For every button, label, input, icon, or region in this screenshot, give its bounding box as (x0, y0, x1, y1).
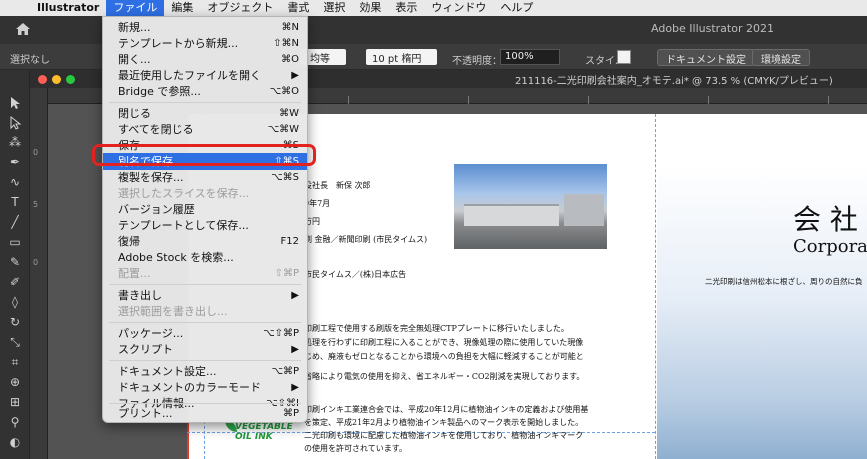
menu-item-place: 配置... ⇧⌘P (118, 267, 299, 280)
menu-item-export[interactable]: 書き出し ▶ (103, 287, 307, 304)
menu-item-new-from-template[interactable]: テンプレートから新規... ⇧⌘N (103, 35, 307, 52)
document-tab-title[interactable]: 211116-二光印刷会社案内_オモテ.ai* @ 73.5 % (CMYK/プ… (515, 72, 833, 87)
body-line: 印刷インキ工業連合会では、平成20年12月に植物油インキの定義および使用基 (304, 405, 589, 414)
body-line: 二光印刷も環境に配慮した植物油インキを使用しており、植物油インキマーク (304, 431, 584, 440)
menu-item-save-selected-slices: 選択したスライスを保存... (118, 187, 250, 200)
shape-builder-tool-icon[interactable]: ⊕ (7, 374, 23, 390)
tools-panel: ⁂ ✒ ∿ T ╱ ▭ ✎ ✐ ◊ ↻ ⤡ ⌗ ⊕ ⊞ ⚲ ◐ (0, 70, 30, 459)
menu-item-close[interactable]: 閉じる ⌘W (103, 105, 307, 122)
menu-item-version-history[interactable]: バージョン履歴 (103, 201, 307, 218)
file-menu: 新規... ⌘N テンプレートから新規... ⇧⌘N 開く... ⌘O 最近使用したフ… (102, 16, 308, 423)
brush-definition-select[interactable]: 10 pt 楕円 (366, 49, 438, 65)
scale-tool-icon[interactable]: ⤡ (7, 334, 23, 350)
menu-app-name[interactable]: Illustrator (30, 0, 106, 16)
menu-item-open-recent[interactable]: 最近使用したファイルを開く ▶ (103, 67, 307, 84)
curvature-tool-icon[interactable]: ∿ (7, 174, 23, 190)
eraser-tool-icon[interactable]: ◊ (7, 294, 23, 310)
menu-item-save-as-template[interactable]: テンプレートとして保存... (103, 217, 307, 234)
line-tool-icon[interactable]: ╱ (7, 214, 23, 230)
menu-object[interactable]: オブジェクト (200, 0, 280, 16)
menu-item-scripts[interactable]: スクリプト ▶ (103, 341, 307, 358)
vertical-ruler[interactable]: 0 5 0 (30, 88, 48, 459)
profile-line: 役社長 新保 次郎 (304, 181, 371, 190)
highlight-callout (92, 144, 316, 166)
magic-wand-tool-icon[interactable]: ⁂ (7, 134, 23, 150)
profile-line: 市民タイムス／(株)日本広告 (304, 270, 407, 279)
menu-item-close-all[interactable]: すべてを閉じる ⌥⌘W (103, 121, 307, 138)
menu-item-document-setup[interactable]: ドキュメント設定... ⌥⌘P (103, 363, 307, 380)
graphic-style-swatch[interactable] (617, 50, 631, 64)
app-title: Adobe Illustrator 2021 (651, 22, 774, 35)
menu-item-export-selection: 選択範囲を書き出し... (118, 305, 228, 318)
menu-item-browse-in-bridge[interactable]: Bridge で参照... ⌥⌘O (103, 83, 307, 100)
body-line: 処理を行わずに印刷工程に入ることができ、現像処理の際に使用していた現像 (304, 338, 584, 347)
profile-line: 刷 金融／新聞印刷 (市民タイムス) (304, 235, 428, 244)
company-heading: 会 社 (793, 203, 858, 236)
menu-item-document-color-mode[interactable]: ドキュメントのカラーモード ▶ (103, 379, 307, 396)
vegetable-oil-ink-logo: VEGETABLE OIL INK (235, 422, 293, 442)
body-line: 印刷工程で使用する刷版を完全無処理CTPプレートに移行いたしました。 (304, 324, 569, 333)
opacity-field[interactable]: 100% (500, 49, 560, 65)
tagline: 二光印刷は信州松本に根ざし、周りの自然に負 (705, 277, 863, 286)
home-icon[interactable] (15, 22, 31, 39)
preferences-button[interactable]: 環境設定 (752, 49, 810, 66)
menu-item-print[interactable]: プリント... ⌘P (103, 405, 307, 422)
paintbrush-tool-icon[interactable]: ✎ (7, 254, 23, 270)
direct-selection-tool-icon[interactable] (7, 115, 23, 132)
zoom-window-icon[interactable] (66, 75, 75, 84)
rotate-tool-icon[interactable]: ↻ (7, 314, 23, 330)
ruler-number: 0 (33, 148, 39, 157)
body-line: 省略により電気の使用を抑え、省エネルギー・CO2削減を実現しております。 (304, 372, 585, 381)
menu-bar: Illustrator ファイル 編集 オブジェクト 書式 選択 効果 表示 ウ… (0, 0, 867, 16)
body-line: を策定、平成21年2月より植物油インキ製品へのマーク表示を開始しました。 (304, 418, 584, 427)
menu-item-save-copy[interactable]: 複製を保存... ⌥⌘S (103, 169, 307, 186)
close-window-icon[interactable] (38, 75, 47, 84)
body-line: じめ、廃液もゼロとなることから環境への負担を大幅に軽減することが可能と (304, 352, 584, 361)
menu-item-package[interactable]: パッケージ... ⌥⇧⌘P (103, 325, 307, 342)
menu-item-revert[interactable]: 復帰 F12 (103, 233, 307, 250)
perspective-grid-tool-icon[interactable]: ⊞ (7, 394, 23, 410)
menu-item-search-adobe-stock[interactable]: Adobe Stock を検索... (103, 249, 307, 266)
menu-item-new[interactable]: 新規... ⌘N (103, 19, 307, 36)
eyedropper-tool-icon[interactable]: ⚲ (7, 414, 23, 430)
menu-effect[interactable]: 効果 (352, 0, 388, 16)
menu-help[interactable]: ヘルプ (493, 0, 540, 16)
selection-status: 選択なし (10, 55, 50, 66)
menu-file[interactable]: ファイル (106, 0, 165, 16)
rectangle-tool-icon[interactable]: ▭ (7, 234, 23, 250)
document-setup-button[interactable]: ドキュメント設定 (657, 49, 755, 66)
minimize-window-icon[interactable] (52, 75, 61, 84)
menu-select[interactable]: 選択 (316, 0, 352, 16)
body-line: の使用を許可されています。 (304, 444, 407, 453)
menu-view[interactable]: 表示 (388, 0, 424, 16)
menu-type[interactable]: 書式 (280, 0, 316, 16)
menu-edit[interactable]: 編集 (164, 0, 200, 16)
ruler-number: 5 (33, 200, 39, 209)
pen-tool-icon[interactable]: ✒ (7, 154, 23, 170)
selection-tool-icon[interactable] (7, 96, 23, 112)
menu-item-open[interactable]: 開く... ⌘O (103, 51, 307, 68)
guide-line (655, 114, 656, 459)
blend-tool-icon[interactable]: ◐ (7, 434, 23, 450)
menu-window[interactable]: ウィンドウ (424, 0, 493, 16)
factory-photo (454, 164, 607, 249)
company-heading-en: Corporat (793, 236, 867, 257)
free-transform-tool-icon[interactable]: ⌗ (7, 354, 23, 370)
shaper-tool-icon[interactable]: ✐ (7, 274, 23, 290)
opacity-label: 不透明度： (452, 56, 502, 67)
type-tool-icon[interactable]: T (7, 194, 23, 210)
ruler-number: 0 (33, 258, 39, 267)
